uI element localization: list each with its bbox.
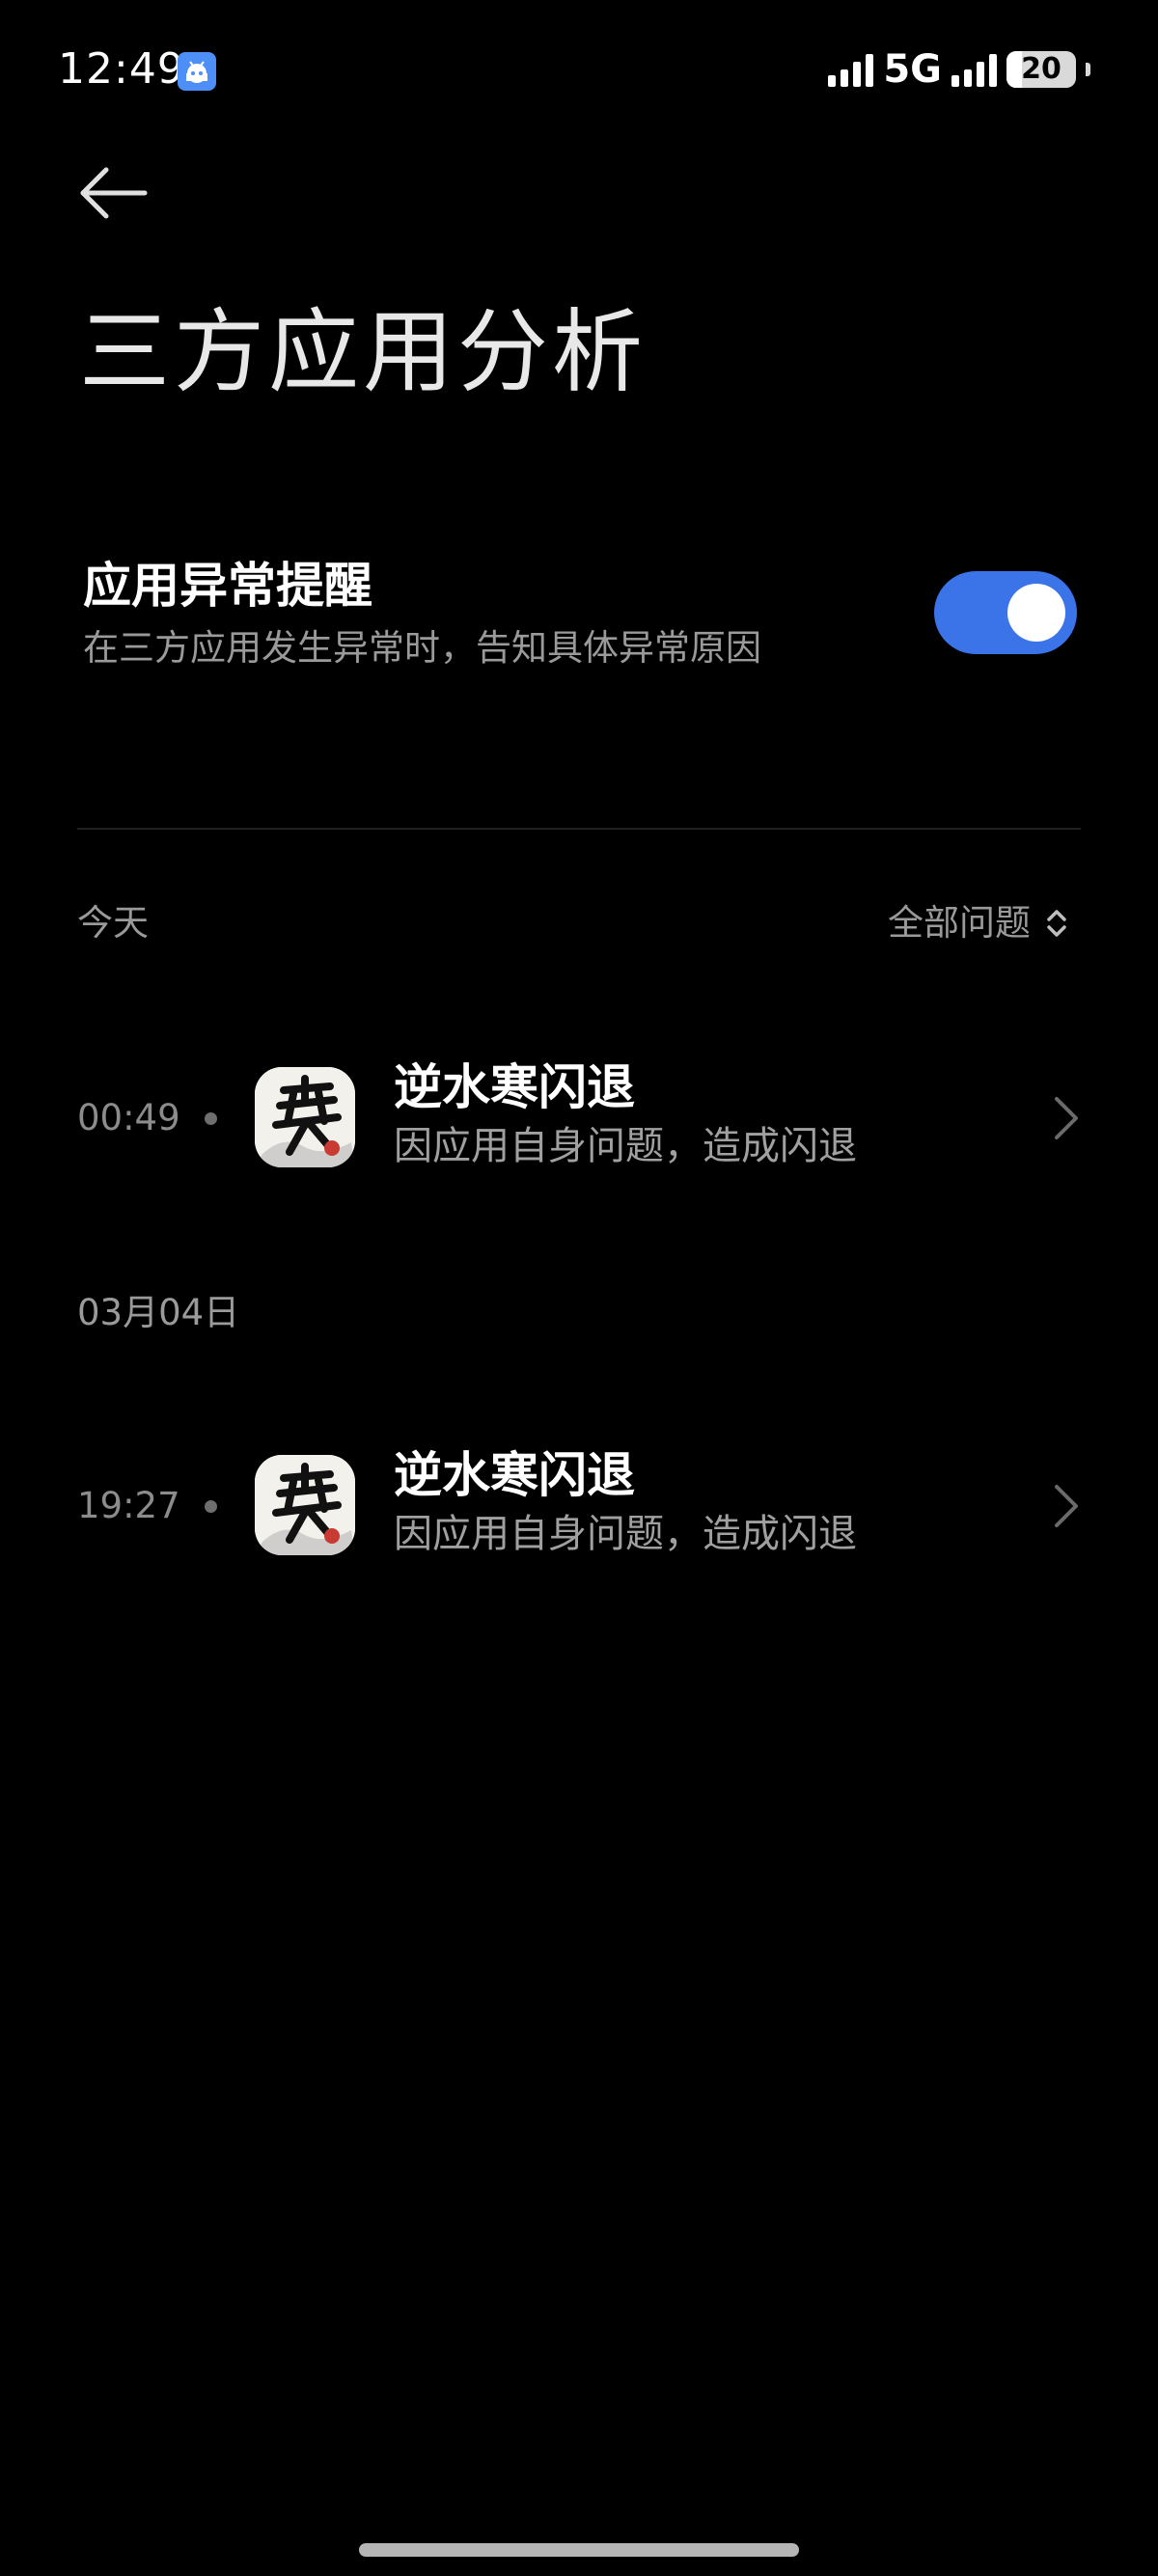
item-time: 19:27 [77, 1485, 180, 1526]
android-app-icon [178, 52, 216, 91]
timeline-dot [205, 1500, 217, 1513]
battery-tip [1086, 63, 1090, 76]
anomaly-alert-toggle[interactable] [934, 571, 1077, 654]
toggle-knob [1007, 584, 1065, 642]
divider [77, 828, 1081, 830]
status-time: 12:49 [58, 44, 185, 94]
status-indicators: 5G 20 [828, 46, 1090, 93]
battery-level: 20 [1021, 52, 1062, 86]
signal-icon-2 [951, 52, 997, 87]
page-title: 三方应用分析 [79, 300, 648, 405]
back-button[interactable] [77, 162, 154, 224]
item-subtitle: 因应用自身问题，造成闪退 [394, 1124, 857, 1168]
item-title: 逆水寒闪退 [394, 1059, 635, 1115]
chevron-right-icon [1055, 1097, 1078, 1139]
item-title: 逆水寒闪退 [394, 1447, 635, 1503]
sort-updown-icon [1047, 910, 1066, 937]
filter-label: 全部问题 [888, 902, 1031, 944]
network-type: 5G [883, 47, 942, 92]
setting-title: 应用异常提醒 [83, 558, 372, 614]
section-label-today: 今天 [77, 902, 149, 944]
chevron-right-icon [1055, 1485, 1078, 1527]
signal-icon [828, 52, 874, 87]
setting-description: 在三方应用发生异常时，告知具体异常原因 [83, 627, 761, 669]
timeline-dot [205, 1112, 217, 1125]
home-indicator[interactable] [359, 2543, 799, 2557]
battery-icon: 20 [1006, 51, 1076, 88]
list-item[interactable]: 00:49 逆水寒闪退 因应用自身问题，造成闪退 [77, 1055, 1081, 1181]
item-subtitle: 因应用自身问题，造成闪退 [394, 1512, 857, 1556]
nishuihan-app-icon [255, 1067, 355, 1167]
filter-dropdown[interactable]: 全部问题 [888, 899, 1067, 947]
section-label-date: 03月04日 [77, 1292, 240, 1333]
arrow-left-icon [80, 167, 148, 219]
item-time: 00:49 [77, 1097, 180, 1138]
list-item[interactable]: 19:27 逆水寒闪退 因应用自身问题，造成闪退 [77, 1443, 1081, 1569]
nishuihan-app-icon [255, 1455, 355, 1555]
